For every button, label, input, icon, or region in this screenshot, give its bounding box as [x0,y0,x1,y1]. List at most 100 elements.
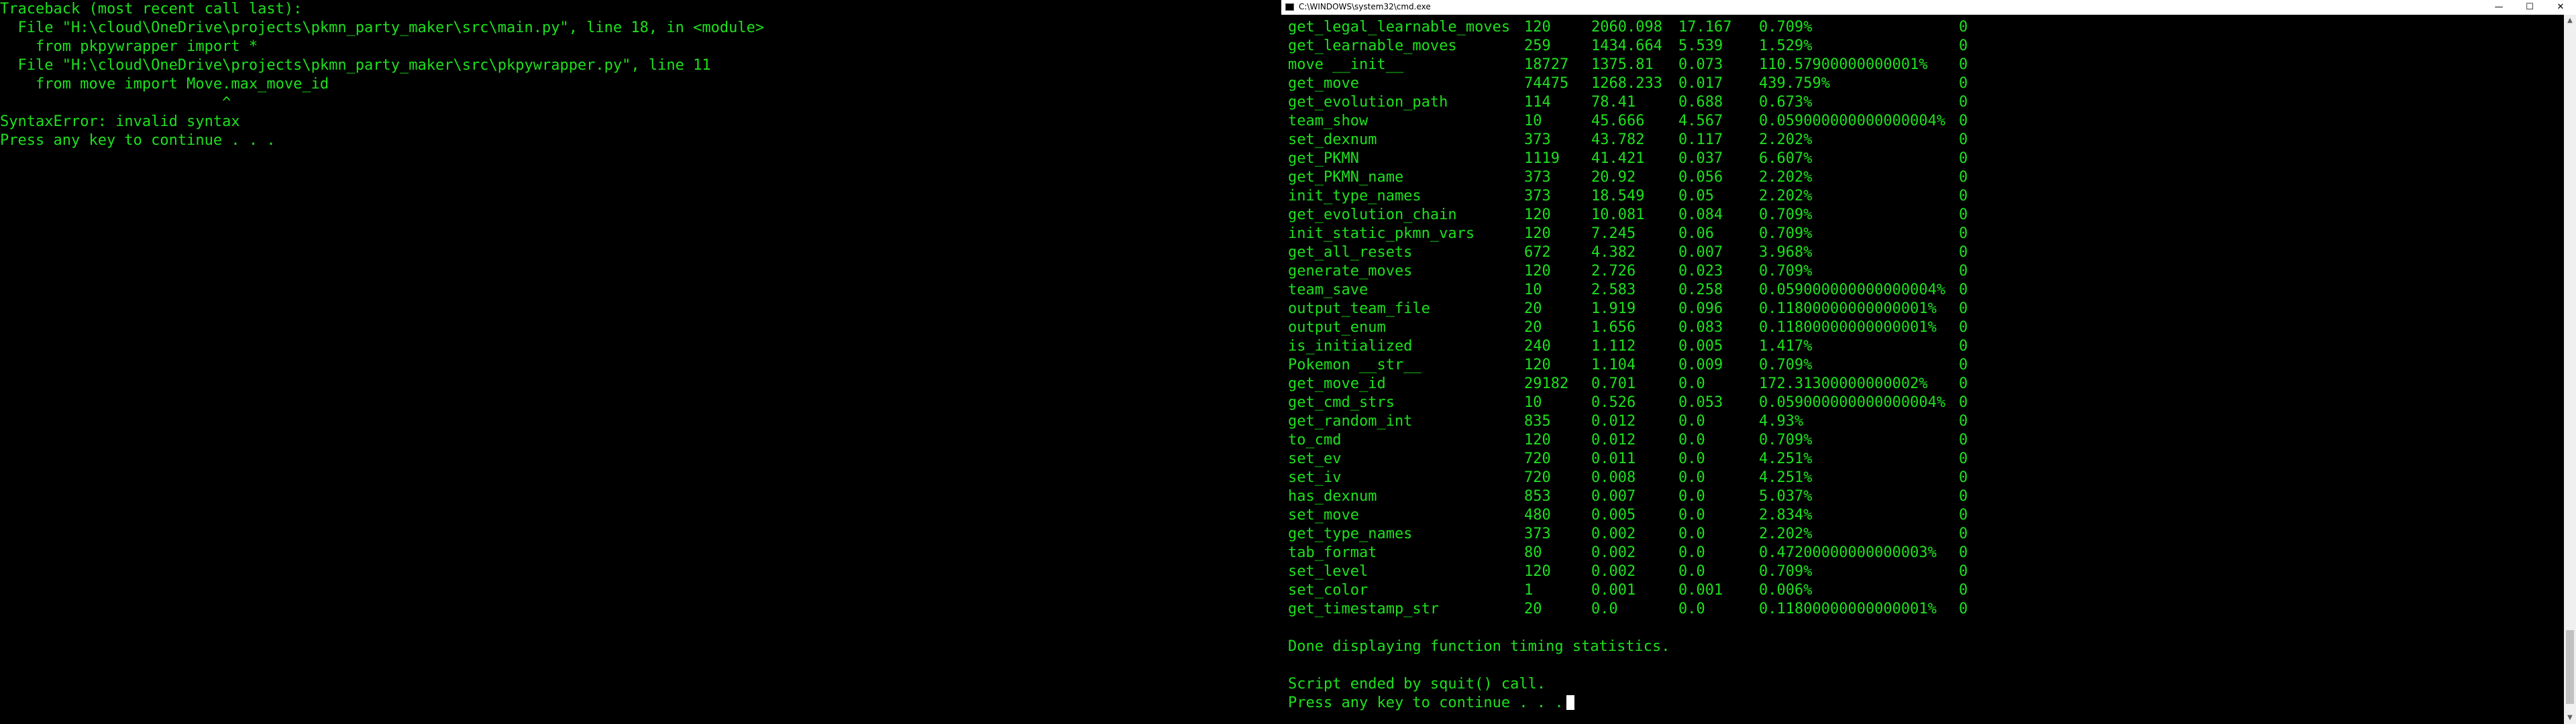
call-count: 120 [1524,19,1551,36]
scroll-down-arrow-icon[interactable]: ▼ [2564,712,2576,724]
flag-value: 0 [1959,319,1968,336]
total-time: 0.526 [1591,394,1636,411]
total-time: 18.549 [1591,188,1645,204]
average-time: 5.539 [1678,38,1723,54]
function-name: init_type_names [1288,188,1421,204]
total-time: 2.726 [1591,263,1636,280]
cmd-window[interactable]: C:\WINDOWS\system32\cmd.exe — ☐ ✕ Done d… [1281,0,2576,724]
average-time: 0.007 [1678,244,1723,261]
function-name: get_PKMN [1288,150,1359,167]
call-count: 373 [1524,188,1551,204]
percent-value: 172.31300000000002% [1759,375,1928,392]
total-time: 1.104 [1591,357,1636,373]
minimize-button[interactable]: — [2483,0,2514,15]
scroll-up-arrow-icon[interactable]: ▲ [2564,15,2576,27]
average-time: 0.0 [1678,375,1705,392]
percent-value: 0.673% [1759,94,1813,111]
average-time: 0.0 [1678,544,1705,561]
function-name: get_move [1288,75,1359,92]
console-line: File "H:\cloud\OneDrive\projects\pkmn_pa… [0,57,711,74]
percent-value: 0.47200000000000003% [1759,544,1937,561]
total-time: 45.666 [1591,113,1645,129]
call-count: 120 [1524,357,1551,373]
vertical-scrollbar[interactable]: ▲ ▼ [2564,15,2576,724]
function-name: get_learnable_moves [1288,38,1457,54]
total-time: 7.245 [1591,225,1636,242]
percent-value: 0.006% [1759,582,1813,599]
flag-value: 0 [1959,56,1968,73]
average-time: 0.0 [1678,507,1705,524]
function-name: get_timestamp_str [1288,601,1440,617]
total-time: 2060.098 [1591,19,1662,36]
close-button[interactable]: ✕ [2545,0,2576,15]
total-time: 0.002 [1591,544,1636,561]
console-line: Traceback (most recent call last): [0,1,303,17]
call-count: 10 [1524,282,1542,298]
script-ended-message: Script ended by squit() call. [1288,676,1546,692]
percent-value: 4.93% [1759,413,1804,430]
percent-value: 2.202% [1759,131,1813,148]
scrollbar-thumb[interactable] [2566,630,2574,704]
average-time: 0.0 [1678,432,1705,448]
percent-value: 0.059000000000000004% [1759,394,1946,411]
flag-value: 0 [1959,544,1968,561]
percent-value: 110.57900000000001% [1759,56,1928,73]
total-time: 1268.233 [1591,75,1662,92]
call-count: 18727 [1524,56,1569,73]
average-time: 0.05 [1678,188,1714,204]
console-line: File "H:\cloud\OneDrive\projects\pkmn_pa… [0,19,765,36]
call-count: 114 [1524,94,1551,111]
function-name: has_dexnum [1288,488,1377,505]
call-count: 10 [1524,113,1542,129]
percent-value: 0.709% [1759,357,1813,373]
percent-value: 0.709% [1759,225,1813,242]
average-time: 0.0 [1678,469,1705,486]
percent-value: 439.759% [1759,75,1830,92]
flag-value: 0 [1959,394,1968,411]
function-name: init_static_pkmn_vars [1288,225,1475,242]
maximize-button[interactable]: ☐ [2514,0,2545,15]
flag-value: 0 [1959,75,1968,92]
percent-value: 0.709% [1759,263,1813,280]
average-time: 0.06 [1678,225,1714,242]
flag-value: 0 [1959,300,1968,317]
call-count: 240 [1524,338,1551,355]
average-time: 0.053 [1678,394,1723,411]
total-time: 1.656 [1591,319,1636,336]
function-name: set_level [1288,563,1368,580]
call-count: 20 [1524,601,1542,617]
call-count: 835 [1524,413,1551,430]
function-name: get_type_names [1288,526,1413,542]
average-time: 0.001 [1678,582,1723,599]
call-count: 373 [1524,526,1551,542]
console-line: from move import Move.max_move_id [0,76,329,93]
function-name: get_random_int [1288,413,1413,430]
press-any-key-prompt: Press any key to continue . . . [1288,694,1574,713]
average-time: 0.0 [1678,450,1705,467]
percent-value: 0.11800000000000001% [1759,601,1937,617]
call-count: 720 [1524,450,1551,467]
flag-value: 0 [1959,432,1968,448]
average-time: 0.073 [1678,56,1723,73]
total-time: 20.92 [1591,169,1636,186]
average-time: 0.0 [1678,563,1705,580]
total-time: 1375.81 [1591,56,1654,73]
percent-value: 4.251% [1759,469,1813,486]
call-count: 120 [1524,263,1551,280]
call-count: 120 [1524,225,1551,242]
percent-value: 2.834% [1759,507,1813,524]
flag-value: 0 [1959,94,1968,111]
function-name: to_cmd [1288,432,1342,448]
average-time: 0.017 [1678,75,1723,92]
total-time: 2.583 [1591,282,1636,298]
function-name: output_enum [1288,319,1386,336]
call-count: 120 [1524,432,1551,448]
flag-value: 0 [1959,488,1968,505]
flag-value: 0 [1959,38,1968,54]
percent-value: 0.059000000000000004% [1759,282,1946,298]
average-time: 0.056 [1678,169,1723,186]
console-text-area[interactable]: Done displaying function timing statisti… [1281,15,2564,724]
console-line: Press any key to continue . . . [0,132,276,149]
window-titlebar[interactable]: C:\WINDOWS\system32\cmd.exe — ☐ ✕ [1281,0,2576,15]
cmd-icon [1285,3,1294,11]
